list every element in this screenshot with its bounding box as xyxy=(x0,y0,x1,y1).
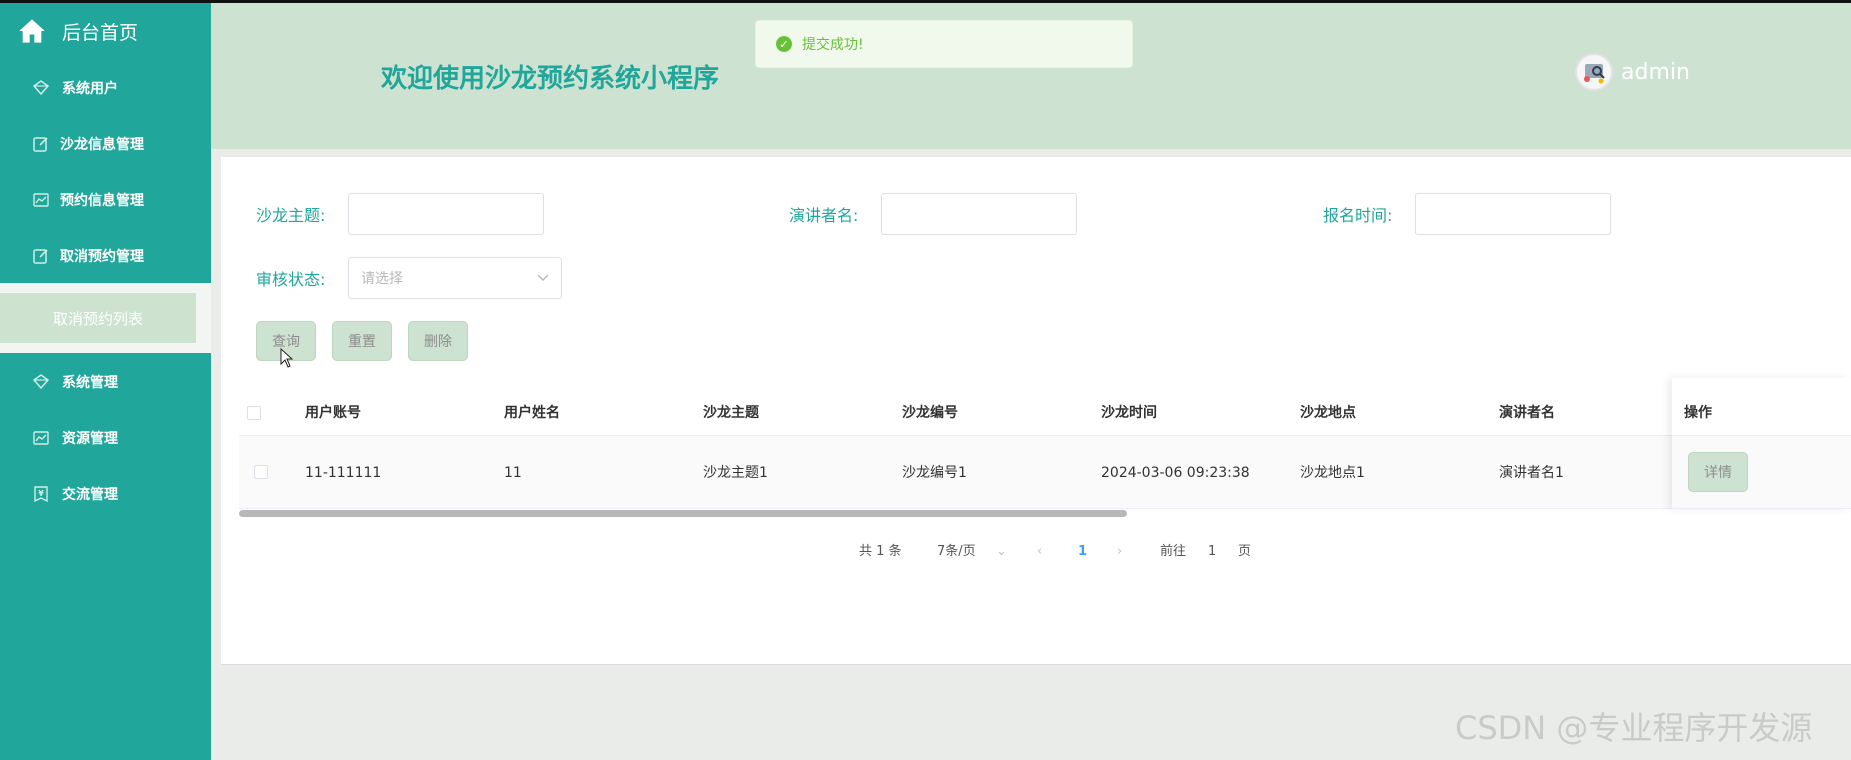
sidebar-item-salon-info[interactable]: 沙龙信息管理 xyxy=(0,124,211,164)
sidebar-item-label: 取消预约管理 xyxy=(60,249,144,265)
column-header: 沙龙时间 xyxy=(1101,405,1157,421)
sidebar-item-system-manage[interactable]: 系统管理 xyxy=(0,362,211,402)
page-suffix: 页 xyxy=(1238,544,1252,559)
select-all-checkbox[interactable] xyxy=(247,406,261,420)
column-header: 演讲者名 xyxy=(1499,405,1555,421)
toast-message: 提交成功! xyxy=(802,37,864,53)
detail-button[interactable]: 详情 xyxy=(1688,452,1748,492)
status-select[interactable]: 请选择 xyxy=(348,257,562,299)
sidebar-brand[interactable]: 后台首页 xyxy=(0,10,211,52)
status-label: 审核状态: xyxy=(256,270,326,289)
page-size-chevron-icon[interactable]: ⌄ xyxy=(996,542,1007,562)
sidebar-item-booking-info[interactable]: 预约信息管理 xyxy=(0,180,211,220)
main-panel: 沙龙主题: 演讲者名: 报名时间: 审核状态: 请选择 查询 重置 删除 用户账… xyxy=(221,157,1851,665)
edit-icon xyxy=(32,247,50,265)
topic-label: 沙龙主题: xyxy=(256,206,326,225)
signup-time-label: 报名时间: xyxy=(1323,206,1393,225)
cell-number: 沙龙编号1 xyxy=(902,465,967,481)
signup-time-input[interactable] xyxy=(1415,193,1611,235)
cell-speaker: 演讲者名1 xyxy=(1499,465,1564,481)
sidebar-item-label: 资源管理 xyxy=(62,431,118,447)
horizontal-scrollbar[interactable] xyxy=(239,510,1127,517)
column-header: 沙龙地点 xyxy=(1300,405,1356,421)
avatar[interactable] xyxy=(1575,53,1613,91)
row-checkbox[interactable] xyxy=(254,465,268,479)
status-placeholder: 请选择 xyxy=(361,271,403,287)
success-toast: ✓ 提交成功! xyxy=(755,20,1133,68)
current-page[interactable]: 1 xyxy=(1078,542,1087,562)
diamond-icon xyxy=(32,373,50,391)
sidebar-item-label: 交流管理 xyxy=(62,487,118,503)
home-icon xyxy=(19,19,45,43)
sidebar-item-label: 系统用户 xyxy=(62,81,118,97)
diamond-icon xyxy=(32,79,50,97)
column-header: 沙龙主题 xyxy=(703,405,759,421)
sidebar: 后台首页 系统用户 沙龙信息管理 预约信息管理 取消预约管理 取消预约列表 系统… xyxy=(0,0,211,760)
sidebar-item-system-users[interactable]: 系统用户 xyxy=(0,68,211,108)
prev-page-icon[interactable]: ‹ xyxy=(1037,542,1042,562)
goto-input[interactable]: 1 xyxy=(1208,542,1216,562)
table-row: 11-111111 11 沙龙主题1 沙龙编号1 2024-03-06 09:2… xyxy=(239,435,1851,509)
cell-place: 沙龙地点1 xyxy=(1300,465,1365,481)
goto-label: 前往 xyxy=(1160,544,1187,559)
yen-icon: ¥ xyxy=(32,485,50,503)
topic-input[interactable] xyxy=(348,193,544,235)
user-menu[interactable]: admin xyxy=(1575,53,1690,91)
column-header: 用户姓名 xyxy=(504,405,560,421)
sidebar-item-label: 沙龙信息管理 xyxy=(60,137,144,153)
sidebar-item-exchange-manage[interactable]: ¥ 交流管理 xyxy=(0,474,211,514)
page-size-select[interactable]: 7条/页 xyxy=(937,542,976,562)
delete-button[interactable]: 删除 xyxy=(408,321,468,361)
speaker-input[interactable] xyxy=(881,193,1077,235)
cell-account: 11-111111 xyxy=(305,465,382,481)
sidebar-brand-label: 后台首页 xyxy=(62,21,139,44)
mouse-cursor-icon xyxy=(280,348,294,368)
fixed-action-column: 操作 详情 xyxy=(1672,378,1851,509)
sidebar-item-cancel-booking[interactable]: 取消预约管理 xyxy=(0,236,211,276)
speaker-label: 演讲者名: xyxy=(789,206,859,225)
pagination-total: 共 1 条 xyxy=(859,544,902,559)
sidebar-item-label: 预约信息管理 xyxy=(60,193,144,209)
reset-button[interactable]: 重置 xyxy=(332,321,392,361)
chart-icon xyxy=(32,191,50,209)
avatar-image-icon xyxy=(1584,64,1605,84)
watermark: CSDN @专业程序开发源 xyxy=(1455,709,1813,747)
column-header: 用户账号 xyxy=(305,405,361,421)
svg-text:¥: ¥ xyxy=(38,489,44,498)
window-top-border xyxy=(0,0,1851,3)
edit-icon xyxy=(32,135,50,153)
column-header: 沙龙编号 xyxy=(902,405,958,421)
username: admin xyxy=(1621,59,1690,85)
cell-topic: 沙龙主题1 xyxy=(703,465,768,481)
page-title: 欢迎使用沙龙预约系统小程序 xyxy=(381,64,720,94)
table-header: 用户账号 用户姓名 沙龙主题 沙龙编号 沙龙时间 沙龙地点 演讲者名 xyxy=(239,390,1851,436)
sidebar-item-resource-manage[interactable]: 资源管理 xyxy=(0,418,211,458)
chart-icon xyxy=(32,429,50,447)
next-page-icon[interactable]: › xyxy=(1117,542,1122,562)
chevron-down-icon xyxy=(537,274,549,281)
cell-name: 11 xyxy=(504,465,522,481)
sidebar-item-label: 系统管理 xyxy=(62,375,118,391)
check-circle-icon: ✓ xyxy=(776,36,792,52)
cell-time: 2024-03-06 09:23:38 xyxy=(1101,465,1250,481)
sidebar-subitem-cancel-list[interactable]: 取消预约列表 xyxy=(0,293,196,343)
column-header-actions: 操作 xyxy=(1684,405,1712,421)
